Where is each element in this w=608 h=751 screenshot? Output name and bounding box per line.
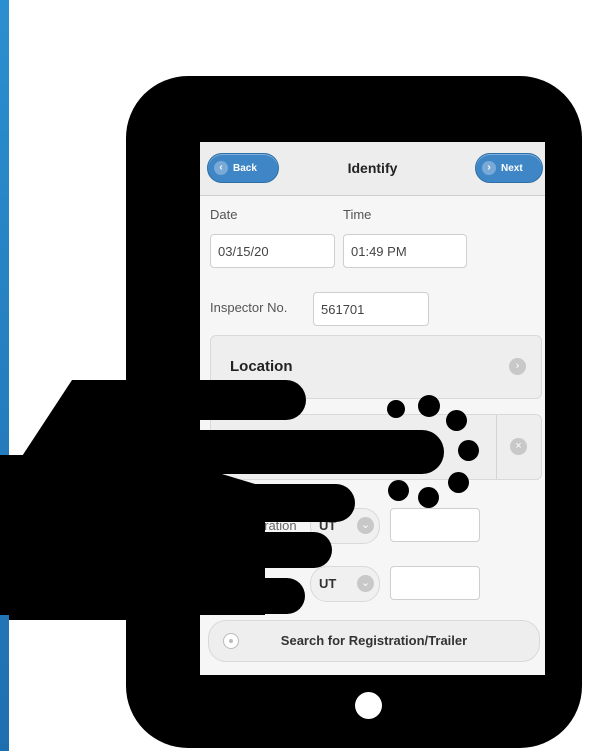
- divider: [496, 415, 497, 479]
- home-button[interactable]: [355, 692, 382, 719]
- chevron-right-circle-icon: ›: [509, 358, 526, 375]
- time-field[interactable]: 01:49 PM: [343, 234, 467, 268]
- date-label: Date: [210, 207, 238, 222]
- search-button-label: Search for Registration/Trailer: [280, 633, 468, 648]
- chevron-down-circle-icon: ⌄: [357, 575, 374, 592]
- time-label: Time: [343, 207, 372, 222]
- location-label: Location: [230, 358, 293, 375]
- chevron-right-icon: ›: [482, 161, 496, 175]
- next-button-label: Next: [501, 162, 523, 174]
- inspector-field[interactable]: 561701: [313, 292, 429, 326]
- state-select-2-value: UT: [319, 576, 337, 591]
- date-field[interactable]: 03/15/20: [210, 234, 335, 268]
- chevron-down-circle-icon: ⌄: [357, 517, 374, 534]
- side-stripe: [0, 0, 9, 751]
- close-circle-icon[interactable]: ×: [510, 438, 527, 455]
- registration-field-1[interactable]: [390, 508, 480, 542]
- registration-field-2[interactable]: [390, 566, 480, 600]
- state-select-2[interactable]: UT ⌄: [310, 566, 380, 602]
- header-bar: ‹ Back Identify › Next: [200, 142, 545, 196]
- search-registration-button[interactable]: Search for Registration/Trailer: [208, 620, 540, 662]
- inspector-label: Inspector No.: [210, 300, 288, 315]
- next-button[interactable]: › Next: [475, 153, 543, 183]
